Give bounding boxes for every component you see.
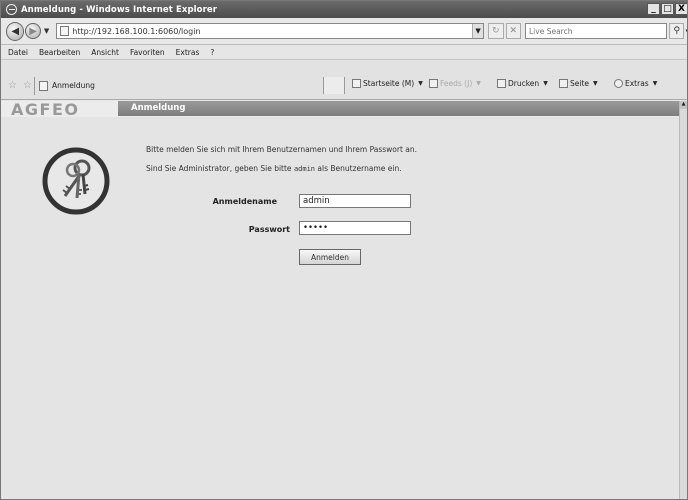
- tools-label: Extras: [625, 79, 649, 88]
- history-dropdown-icon[interactable]: ▼: [44, 27, 49, 35]
- feeds-button[interactable]: Feeds (J) ▼: [429, 79, 481, 88]
- address-dropdown-icon[interactable]: ▼: [472, 24, 484, 38]
- page-header: AGFEO Anmeldung: [1, 100, 681, 119]
- search-icon: ⚲: [673, 26, 681, 36]
- stop-button[interactable]: ✕: [505, 23, 521, 39]
- back-button[interactable]: ◀: [6, 21, 25, 41]
- page-icon: [39, 80, 48, 91]
- tools-button[interactable]: Extras ▼: [614, 79, 657, 88]
- login-button[interactable]: Anmelden: [299, 249, 361, 265]
- page-label: Seite: [570, 79, 590, 88]
- print-button[interactable]: Drucken ▼: [497, 79, 548, 88]
- username-input[interactable]: [299, 194, 411, 208]
- gear-icon: [614, 79, 623, 88]
- live-search-box[interactable]: [525, 23, 667, 39]
- admin-hint-suffix: als Benutzername ein.: [317, 164, 402, 173]
- menu-ansicht[interactable]: Ansicht: [91, 48, 119, 57]
- vertical-scrollbar[interactable]: ▲: [679, 101, 687, 499]
- tab-label: Anmeldung: [52, 81, 95, 90]
- username-label: Anmeldename: [212, 197, 277, 206]
- command-bar: ☆ ☆ Anmeldung Startseite (M) ▼ Feeds (J)…: [1, 61, 687, 100]
- window-controls: _ □ X: [647, 3, 687, 15]
- title-bar: Anmeldung - Windows Internet Explorer _ …: [1, 1, 687, 18]
- page-button[interactable]: Seite ▼: [559, 79, 598, 88]
- feeds-label: Feeds (J): [440, 79, 473, 88]
- refresh-icon: ↻: [492, 26, 500, 36]
- home-button[interactable]: Startseite (M) ▼: [352, 79, 423, 88]
- keys-icon: [42, 147, 110, 215]
- forward-arrow-icon: ▶: [29, 25, 37, 37]
- password-input[interactable]: [299, 221, 411, 235]
- admin-hint-prefix: Sind Sie Administrator, geben Sie bitte: [146, 164, 292, 173]
- page-title: Anmeldung: [131, 103, 186, 113]
- url-text[interactable]: http://192.168.100.1:6060/login: [72, 27, 472, 36]
- search-button[interactable]: ⚲: [669, 23, 685, 39]
- tab-anmeldung[interactable]: Anmeldung: [39, 77, 159, 94]
- feeds-icon: [429, 79, 438, 88]
- page-menu-icon: [559, 79, 568, 88]
- refresh-button[interactable]: ↻: [488, 23, 504, 39]
- header-bar: Anmeldung: [118, 101, 681, 116]
- internet-explorer-icon: [6, 4, 17, 15]
- print-dropdown-icon[interactable]: ▼: [543, 80, 548, 87]
- close-button[interactable]: X: [675, 3, 687, 15]
- window-title: Anmeldung - Windows Internet Explorer: [21, 4, 218, 15]
- login-instructions: Bitte melden Sie sich mit Ihrem Benutzer…: [146, 145, 418, 154]
- print-label: Drucken: [508, 79, 540, 88]
- stop-icon: ✕: [509, 26, 518, 36]
- menu-bearbeiten[interactable]: Bearbeiten: [39, 48, 80, 57]
- search-input[interactable]: [526, 26, 666, 36]
- new-tab-button[interactable]: [323, 77, 345, 94]
- tools-dropdown-icon[interactable]: ▼: [653, 80, 658, 87]
- forward-button[interactable]: ▶: [25, 23, 41, 39]
- page-dropdown-icon[interactable]: ▼: [593, 80, 598, 87]
- feeds-dropdown-icon[interactable]: ▼: [476, 80, 481, 87]
- admin-hint-code: admin: [293, 165, 316, 173]
- admin-hint: Sind Sie Administrator, geben Sie bitte …: [146, 164, 402, 173]
- agfeo-logo: AGFEO: [11, 100, 80, 119]
- menu-extras[interactable]: Extras: [176, 48, 200, 57]
- favorites-star-icon[interactable]: ☆: [8, 80, 17, 91]
- menu-help[interactable]: ?: [210, 48, 214, 57]
- maximize-button[interactable]: □: [661, 3, 674, 15]
- address-toolbar: ◀ ▶ ▼ http://192.168.100.1:6060/login ▼ …: [1, 18, 687, 45]
- page-content: AGFEO Anmeldung Bitte melden Sie sich mi…: [1, 100, 681, 499]
- tab-separator: [34, 77, 35, 95]
- add-favorites-icon[interactable]: ☆: [23, 80, 32, 91]
- back-arrow-icon: ◀: [11, 25, 20, 37]
- home-label: Startseite (M): [363, 79, 415, 88]
- password-label: Passwort: [248, 225, 290, 234]
- menu-bar: Datei Bearbeiten Ansicht Favoriten Extra…: [1, 46, 687, 60]
- browser-window: Anmeldung - Windows Internet Explorer _ …: [0, 0, 688, 500]
- printer-icon: [497, 79, 506, 88]
- minimize-button[interactable]: _: [647, 3, 660, 15]
- scroll-up-icon[interactable]: ▲: [680, 101, 687, 109]
- page-icon: [60, 26, 70, 36]
- home-icon: [352, 79, 361, 88]
- menu-datei[interactable]: Datei: [8, 48, 28, 57]
- address-bar[interactable]: http://192.168.100.1:6060/login ▼: [56, 23, 485, 39]
- menu-favoriten[interactable]: Favoriten: [130, 48, 165, 57]
- home-dropdown-icon[interactable]: ▼: [418, 80, 423, 87]
